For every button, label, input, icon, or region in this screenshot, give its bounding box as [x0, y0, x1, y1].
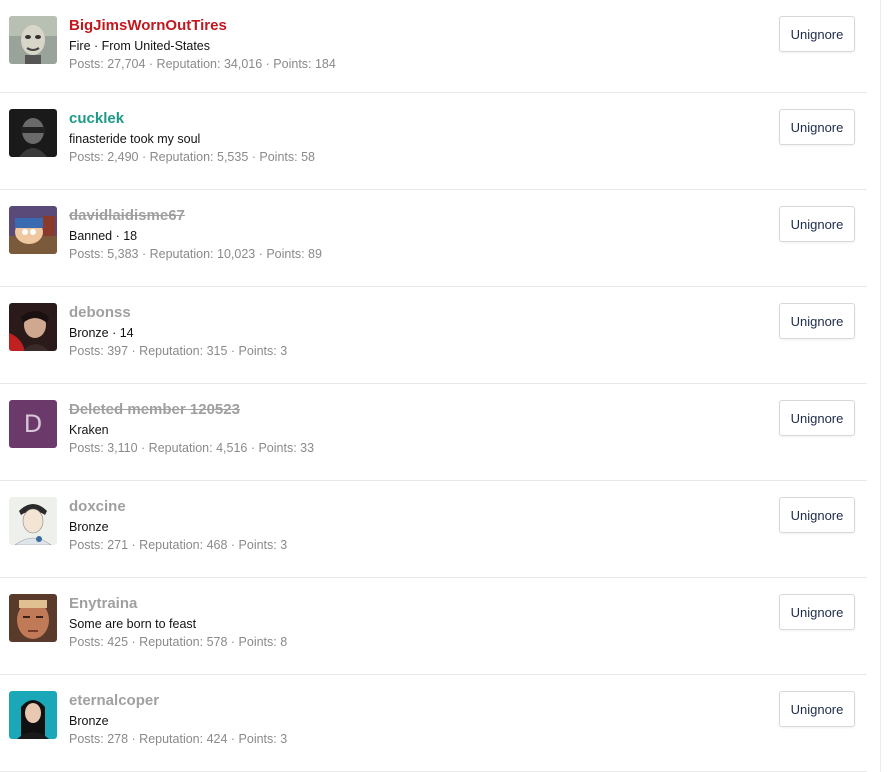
- avatar[interactable]: [9, 691, 57, 739]
- avatar[interactable]: [9, 206, 57, 254]
- unignore-button[interactable]: Unignore: [779, 109, 855, 145]
- avatar[interactable]: D: [9, 400, 57, 448]
- username-link[interactable]: debonss: [69, 303, 287, 323]
- member-row: D Deleted member 120523 Kraken Posts: 3,…: [0, 384, 867, 481]
- unignore-button[interactable]: Unignore: [779, 497, 855, 533]
- member-info: BigJimsWornOutTires Fire · From United-S…: [69, 16, 336, 73]
- avatar[interactable]: [9, 497, 57, 545]
- member-stats: Posts: 397 · Reputation: 315 · Points: 3: [69, 344, 288, 358]
- username-link[interactable]: Enytraina: [69, 594, 287, 614]
- avatar[interactable]: [9, 109, 57, 157]
- member-info: eternalcoper Bronze Posts: 278 · Reputat…: [69, 691, 287, 748]
- member-subtitle: Banned · 18: [69, 229, 138, 243]
- member-subtitle: Some are born to feast: [69, 617, 197, 631]
- avatar[interactable]: [9, 303, 57, 351]
- username-link[interactable]: BigJimsWornOutTires: [69, 16, 336, 36]
- avatar[interactable]: [9, 594, 57, 642]
- member-row: doxcine Bronze Posts: 271 · Reputation: …: [0, 481, 867, 578]
- member-subtitle: Bronze: [69, 520, 109, 534]
- avatar[interactable]: [9, 16, 57, 64]
- unignore-button[interactable]: Unignore: [779, 16, 855, 52]
- member-info: debonss Bronze · 14 Posts: 397 · Reputat…: [69, 303, 287, 360]
- member-stats: Posts: 271 · Reputation: 468 · Points: 3: [69, 538, 288, 552]
- member-row: debonss Bronze · 14 Posts: 397 · Reputat…: [0, 287, 867, 384]
- member-stats: Posts: 2,490 · Reputation: 5,535 · Point…: [69, 150, 315, 164]
- member-stats: Posts: 3,110 · Reputation: 4,516 · Point…: [69, 441, 315, 455]
- username-link[interactable]: cucklek: [69, 109, 315, 129]
- member-row: Enytraina Some are born to feast Posts: …: [0, 578, 867, 675]
- member-row: BigJimsWornOutTires Fire · From United-S…: [0, 0, 867, 93]
- unignore-button[interactable]: Unignore: [779, 691, 855, 727]
- unignore-button[interactable]: Unignore: [779, 400, 855, 436]
- member-info: doxcine Bronze Posts: 271 · Reputation: …: [69, 497, 287, 554]
- member-stats: Posts: 5,383 · Reputation: 10,023 · Poin…: [69, 247, 322, 261]
- member-info: cucklek finasteride took my soul Posts: …: [69, 109, 315, 166]
- username-link[interactable]: doxcine: [69, 497, 287, 517]
- username-link[interactable]: eternalcoper: [69, 691, 287, 711]
- member-info: davidlaidisme67 Banned · 18 Posts: 5,383…: [69, 206, 322, 263]
- member-stats: Posts: 425 · Reputation: 578 · Points: 8: [69, 635, 288, 649]
- member-row: cucklek finasteride took my soul Posts: …: [0, 93, 867, 190]
- ignored-members-list: BigJimsWornOutTires Fire · From United-S…: [0, 0, 867, 772]
- member-subtitle: finasteride took my soul: [69, 132, 201, 146]
- username-link[interactable]: davidlaidisme67: [69, 206, 322, 226]
- member-info: Deleted member 120523 Kraken Posts: 3,11…: [69, 400, 314, 457]
- member-subtitle: Bronze · 14: [69, 326, 134, 340]
- username-link[interactable]: Deleted member 120523: [69, 400, 314, 420]
- member-row: eternalcoper Bronze Posts: 278 · Reputat…: [0, 675, 867, 772]
- member-subtitle: Fire · From United-States: [69, 39, 211, 53]
- letter-avatar-glyph: D: [9, 400, 57, 448]
- member-stats: Posts: 278 · Reputation: 424 · Points: 3: [69, 732, 288, 746]
- unignore-button[interactable]: Unignore: [779, 206, 855, 242]
- member-stats: Posts: 27,704 · Reputation: 34,016 · Poi…: [69, 57, 336, 71]
- member-info: Enytraina Some are born to feast Posts: …: [69, 594, 287, 651]
- scrollbar-track[interactable]: [880, 0, 892, 772]
- unignore-button[interactable]: Unignore: [779, 594, 855, 630]
- member-row: davidlaidisme67 Banned · 18 Posts: 5,383…: [0, 190, 867, 287]
- unignore-button[interactable]: Unignore: [779, 303, 855, 339]
- member-subtitle: Kraken: [69, 423, 109, 437]
- member-subtitle: Bronze: [69, 714, 109, 728]
